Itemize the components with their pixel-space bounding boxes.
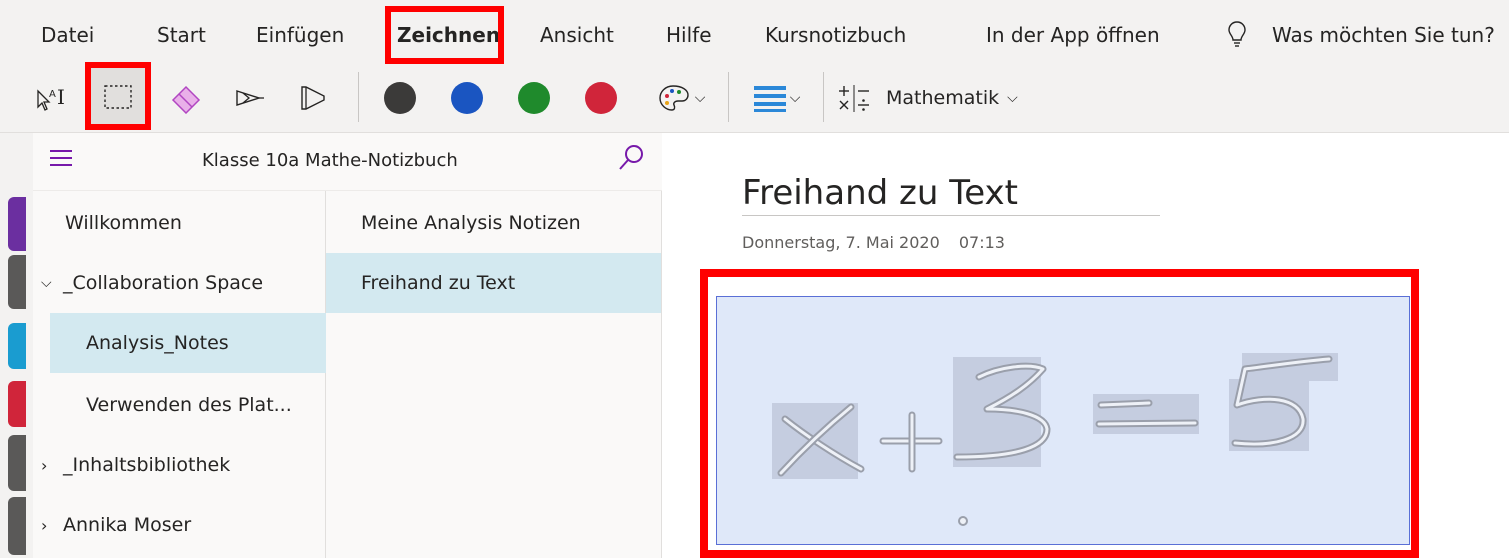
page-list: Meine Analysis Notizen Freihand zu Text [326,191,662,558]
tab-zeichnen-highlight [385,6,504,64]
section-label: Verwenden des Plat... [86,394,292,416]
chevron-right-icon[interactable]: › [41,516,57,535]
highlighter-tool-icon[interactable] [291,76,335,120]
section-group-label: _Collaboration Space [63,272,264,294]
tab-datei[interactable]: Datei [41,23,94,47]
notebook-header: Klasse 10a Mathe-Notizbuch [33,133,662,191]
toolbar-separator [358,72,359,122]
section-color-rail [0,133,33,558]
section-tab-blue[interactable] [8,323,26,369]
page-time: 07:13 [958,233,1005,252]
section-tab-gray[interactable] [8,435,26,491]
tab-einfuegen[interactable]: Einfügen [256,23,344,47]
math-label: Mathematik [886,87,1000,109]
section-group-item[interactable]: › Annika Moser [33,495,325,555]
lasso-select-highlight [85,62,151,130]
section-group-label: _Inhaltsbibliothek [63,454,231,476]
search-icon[interactable] [616,143,646,177]
chevron-down-icon: ⌵ [789,90,801,106]
page-title[interactable]: Freihand zu Text [742,173,1018,213]
section-label: Analysis_Notes [86,332,229,354]
chevron-down-icon: ⌵ [1007,90,1018,106]
math-button[interactable]: Mathematik ⌵ [838,76,1038,120]
chevron-right-icon[interactable]: › [41,456,57,475]
onenote-window: Datei Start Einfügen Zeichnen Ansicht Hi… [0,0,1509,558]
section-item-selected[interactable]: Analysis_Notes [50,313,326,373]
chevron-down-icon: ⌵ [694,90,706,106]
page-label: Freihand zu Text [361,272,516,294]
pen-color-red[interactable] [585,82,617,114]
page-label: Meine Analysis Notizen [361,212,581,234]
page-item-selected[interactable]: Freihand zu Text [326,253,661,313]
tab-start[interactable]: Start [157,23,206,47]
line-weight-dropdown[interactable]: ⌵ [744,76,808,120]
open-in-app-button[interactable]: In der App öffnen [986,23,1160,47]
svg-text:A: A [49,89,56,100]
ink-highlight-box [700,269,1419,558]
lightbulb-icon [1228,20,1246,52]
section-item[interactable]: Willkommen [33,193,325,253]
section-tab-gray[interactable] [8,255,26,309]
page-canvas[interactable]: Freihand zu Text Donnerstag, 7. Mai 2020… [662,133,1509,558]
title-underline [742,215,1160,216]
pen-color-green[interactable] [518,82,550,114]
page-date-time: Donnerstag, 7. Mai 2020 07:13 [742,233,1005,252]
section-tab-purple[interactable] [8,197,26,251]
section-tab-red[interactable] [8,381,26,427]
hamburger-icon[interactable] [50,149,72,171]
section-label: Willkommen [65,212,182,234]
toolbar-separator [728,72,729,122]
tab-ansicht[interactable]: Ansicht [540,23,614,47]
section-group-label: Annika Moser [63,514,192,536]
tab-hilfe[interactable]: Hilfe [666,23,712,47]
section-list: Willkommen ⌵ _Collaboration Space Analys… [33,191,326,558]
section-item[interactable]: Verwenden des Plat... [50,375,326,435]
toolbar-separator [823,72,824,122]
ribbon: Datei Start Einfügen Zeichnen Ansicht Hi… [0,0,1509,133]
section-group-item[interactable]: ⌵ _Collaboration Space [33,253,325,313]
pen-color-black[interactable] [384,82,416,114]
page-item[interactable]: Meine Analysis Notizen [326,193,661,253]
pen-color-blue[interactable] [451,82,483,114]
tab-kursnotizbuch[interactable]: Kursnotizbuch [765,23,906,47]
tell-me-search[interactable]: Was möchten Sie tun? [1272,23,1495,47]
page-date: Donnerstag, 7. Mai 2020 [742,233,940,252]
ink-to-text-tool-icon[interactable]: AI [30,76,74,120]
line-weight-icon [753,86,786,112]
eraser-tool-icon[interactable] [164,76,208,120]
pen-tool-icon[interactable] [228,76,272,120]
palette-icon [658,85,689,111]
section-group-item[interactable]: › _Inhaltsbibliothek [33,435,325,495]
svg-text:I: I [57,85,65,109]
notebook-title[interactable]: Klasse 10a Mathe-Notizbuch [202,150,458,171]
color-palette-dropdown[interactable]: ⌵ [648,76,714,120]
section-tab-gray[interactable] [8,497,26,555]
math-icon [839,85,869,112]
chevron-down-icon[interactable]: ⌵ [41,275,57,291]
